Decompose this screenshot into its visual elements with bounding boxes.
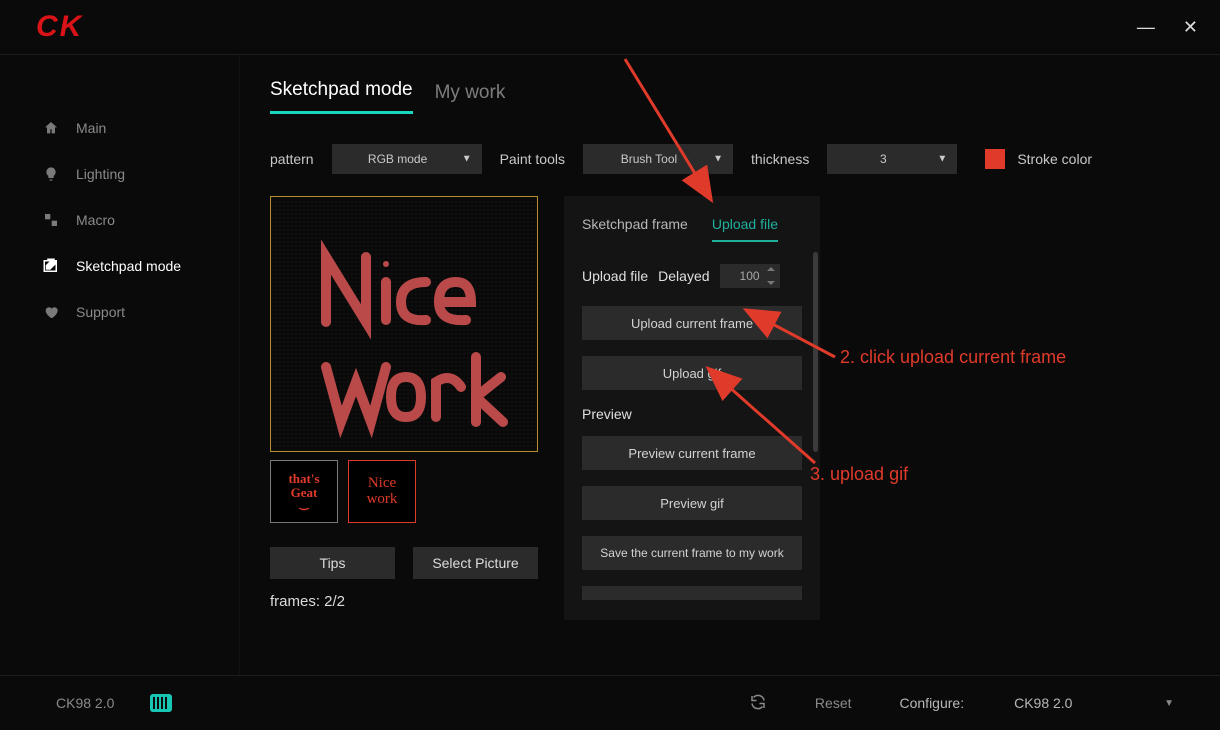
sidebar-item-label: Lighting bbox=[76, 166, 125, 182]
paint-tools-select[interactable]: Brush Tool ▼ bbox=[583, 144, 733, 174]
sidebar-item-sketchpad[interactable]: Sketchpad mode bbox=[0, 243, 239, 289]
sketchpad-icon bbox=[42, 257, 60, 275]
home-icon bbox=[42, 119, 60, 137]
configure-value: CK98 2.0 bbox=[1014, 695, 1114, 711]
save-current-frame-button[interactable]: Save the current frame to my work bbox=[582, 536, 802, 570]
app-logo: CK bbox=[36, 10, 83, 44]
canvas-drawing bbox=[271, 197, 538, 452]
window-controls: — ✕ bbox=[1137, 17, 1198, 38]
sidebar-item-label: Main bbox=[76, 120, 106, 136]
upload-current-frame-button[interactable]: Upload current frame bbox=[582, 306, 802, 340]
configure-label: Configure: bbox=[900, 695, 965, 711]
thumbnail-1[interactable]: that's Geat ‿ bbox=[270, 460, 338, 523]
preview-current-frame-button[interactable]: Preview current frame bbox=[582, 436, 802, 470]
sidebar-item-lighting[interactable]: Lighting bbox=[0, 151, 239, 197]
panel-tab-sketchpad-frame[interactable]: Sketchpad frame bbox=[582, 216, 688, 242]
right-panel: Sketchpad frame Upload file Upload file … bbox=[564, 196, 820, 620]
configure-select[interactable]: Configure: CK98 2.0 ▼ bbox=[900, 695, 1175, 711]
paint-tools-label: Paint tools bbox=[500, 151, 565, 167]
preview-gif-button[interactable]: Preview gif bbox=[582, 486, 802, 520]
stroke-color-block[interactable]: Stroke color bbox=[985, 149, 1092, 169]
pattern-select[interactable]: RGB mode ▼ bbox=[332, 144, 482, 174]
pattern-value: RGB mode bbox=[368, 152, 427, 166]
thumbnail-text: that's bbox=[288, 472, 319, 486]
thumbnail-text: work bbox=[367, 492, 398, 508]
chevron-down-icon: ▼ bbox=[462, 154, 472, 165]
chevron-down-icon: ▼ bbox=[937, 154, 947, 165]
macro-icon bbox=[42, 211, 60, 229]
status-bar: CK98 2.0 Reset Configure: CK98 2.0 ▼ bbox=[0, 675, 1220, 730]
thumbnail-text: Geat bbox=[291, 486, 318, 500]
main-tabs: Sketchpad mode My work bbox=[270, 79, 1220, 114]
stroke-color-swatch[interactable] bbox=[985, 149, 1005, 169]
thickness-select[interactable]: 3 ▼ bbox=[827, 144, 957, 174]
upload-delay-row: Upload file Delayed 100 bbox=[582, 264, 816, 288]
thumbnail-text: ‿ bbox=[300, 499, 309, 511]
sidebar-item-label: Macro bbox=[76, 212, 115, 228]
tab-my-work[interactable]: My work bbox=[435, 82, 506, 114]
upload-file-label: Upload file bbox=[582, 268, 648, 284]
panel-tab-upload-file[interactable]: Upload file bbox=[712, 216, 778, 242]
sidebar: Main Lighting Macro Sketchpad mode Suppo… bbox=[0, 55, 240, 675]
pattern-label: pattern bbox=[270, 151, 314, 167]
device-name: CK98 2.0 bbox=[56, 695, 114, 711]
sidebar-item-label: Support bbox=[76, 304, 125, 320]
thumbnail-text: Nice bbox=[368, 476, 396, 492]
sidebar-item-support[interactable]: Support bbox=[0, 289, 239, 335]
chevron-down-icon: ▼ bbox=[713, 154, 723, 165]
canvas-column: that's Geat ‿ Nice work Tips Select Pict… bbox=[270, 196, 538, 620]
minimize-button[interactable]: — bbox=[1137, 17, 1155, 38]
refresh-icon[interactable] bbox=[749, 693, 767, 714]
sidebar-item-macro[interactable]: Macro bbox=[0, 197, 239, 243]
select-picture-button[interactable]: Select Picture bbox=[413, 547, 538, 579]
thumbnail-2[interactable]: Nice work bbox=[348, 460, 416, 523]
tips-button[interactable]: Tips bbox=[270, 547, 395, 579]
delayed-value: 100 bbox=[740, 269, 760, 283]
chevron-down-icon: ▼ bbox=[1164, 698, 1174, 709]
keyboard-icon[interactable] bbox=[150, 694, 172, 712]
content-area: Sketchpad mode My work pattern RGB mode … bbox=[240, 55, 1220, 675]
heart-icon bbox=[42, 303, 60, 321]
stroke-color-label: Stroke color bbox=[1017, 151, 1092, 167]
close-button[interactable]: ✕ bbox=[1183, 17, 1198, 38]
tab-sketchpad-mode[interactable]: Sketchpad mode bbox=[270, 79, 413, 114]
delayed-input[interactable]: 100 bbox=[720, 264, 780, 288]
frame-thumbnails: that's Geat ‿ Nice work bbox=[270, 460, 538, 523]
reset-button[interactable]: Reset bbox=[815, 695, 852, 711]
bulb-icon bbox=[42, 165, 60, 183]
preview-section-label: Preview bbox=[582, 406, 816, 422]
thickness-label: thickness bbox=[751, 151, 809, 167]
sidebar-item-label: Sketchpad mode bbox=[76, 258, 181, 274]
delayed-label: Delayed bbox=[658, 268, 709, 284]
upload-gif-button[interactable]: Upload gif bbox=[582, 356, 802, 390]
sidebar-item-main[interactable]: Main bbox=[0, 105, 239, 151]
thickness-value: 3 bbox=[880, 152, 887, 166]
controls-row: pattern RGB mode ▼ Paint tools Brush Too… bbox=[270, 144, 1220, 174]
drawing-canvas[interactable] bbox=[270, 196, 538, 452]
panel-scrollbar[interactable] bbox=[813, 252, 818, 452]
panel-tabs: Sketchpad frame Upload file bbox=[582, 216, 816, 242]
panel-truncated-button[interactable] bbox=[582, 586, 802, 600]
frames-counter: frames: 2/2 bbox=[270, 593, 538, 610]
paint-tools-value: Brush Tool bbox=[621, 152, 677, 166]
title-bar: CK — ✕ bbox=[0, 0, 1220, 55]
